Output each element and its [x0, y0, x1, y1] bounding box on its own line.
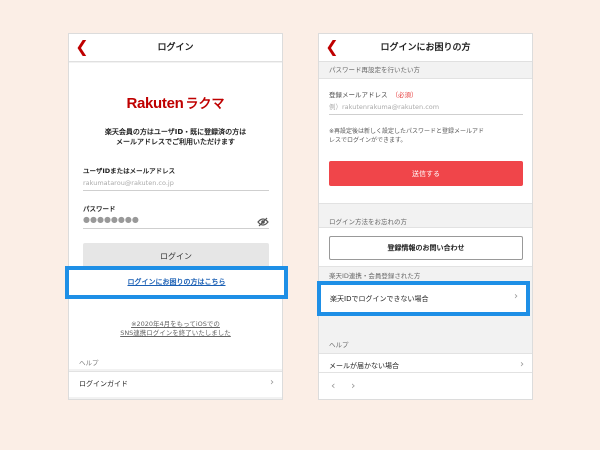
nav-bar: ❮ ログイン: [69, 34, 282, 62]
section-title-linked: 楽天ID連携・会員登録された方: [329, 272, 421, 280]
page-title: ログイン: [157, 43, 194, 53]
sns-notice-link[interactable]: ※2020年4月をもってiOSでの SNS連携ログインを終了いたしました: [78, 320, 273, 338]
login-trouble-highlight: ログインにお困りの方はこちら: [65, 266, 288, 299]
reset-note: ※再設定後は新しく設定したパスワードと登録メールアド レスでログインができます。: [329, 128, 485, 144]
intro-text: 楽天会員の方はユーザID・既に登録済の方は メールアドレスでご利用いただけます: [104, 128, 247, 146]
login-help-screen: ❮ ログインにお困りの方 パスワード再設定を行いたい方 登録メールアドレス （必須…: [318, 33, 533, 400]
user-id-label: ユーザIDまたはメールアドレス: [83, 167, 176, 175]
password-label: パスワード: [83, 205, 116, 213]
cannot-login-highlight: 楽天IDでログインできない場合 ›: [317, 281, 530, 316]
section-title-reset: パスワード再設定を行いたい方: [329, 66, 420, 74]
chevron-right-icon: ›: [514, 291, 518, 302]
help-section-title: ヘルプ: [79, 359, 99, 367]
chevron-right-icon: ›: [270, 377, 274, 388]
password-reset-card: 登録メールアドレス（必須） ※再設定後は新しく設定したパスワードと登録メールアド…: [319, 78, 532, 204]
nav-bar: ❮ ログインにお困りの方: [319, 34, 532, 62]
login-trouble-link[interactable]: ログインにお困りの方はこちら: [69, 277, 284, 287]
email-label: 登録メールアドレス （必須）: [329, 91, 418, 99]
account-inquiry-button[interactable]: 登録情報のお問い合わせ: [329, 236, 523, 260]
section-title-help: ヘルプ: [329, 341, 349, 349]
section-title-forgot: ログイン方法をお忘れの方: [329, 218, 407, 226]
eye-slash-icon[interactable]: [257, 217, 269, 227]
forgot-card: 登録情報のお問い合わせ: [319, 227, 532, 267]
password-input[interactable]: ●●●●●●●●: [83, 213, 269, 229]
email-input[interactable]: [329, 99, 523, 115]
help-item-login-guide[interactable]: ログインガイド ›: [69, 371, 282, 397]
user-id-input[interactable]: [83, 175, 269, 191]
chevron-right-icon: ›: [520, 359, 524, 370]
login-screen: ❮ ログイン Rakuten ラクマ 楽天会員の方はユーザID・既に登録済の方は …: [68, 33, 283, 400]
back-arrow-icon[interactable]: ‹: [331, 379, 335, 392]
rakuma-logo: Rakuten ラクマ: [126, 95, 225, 112]
browser-bottom-bar: ‹ ›: [319, 372, 532, 399]
forward-arrow-icon[interactable]: ›: [351, 379, 355, 392]
cannot-login-item[interactable]: 楽天IDでログインできない場合: [330, 294, 428, 304]
send-button[interactable]: 送信する: [329, 161, 523, 186]
page-title: ログインにお困りの方: [380, 43, 471, 53]
